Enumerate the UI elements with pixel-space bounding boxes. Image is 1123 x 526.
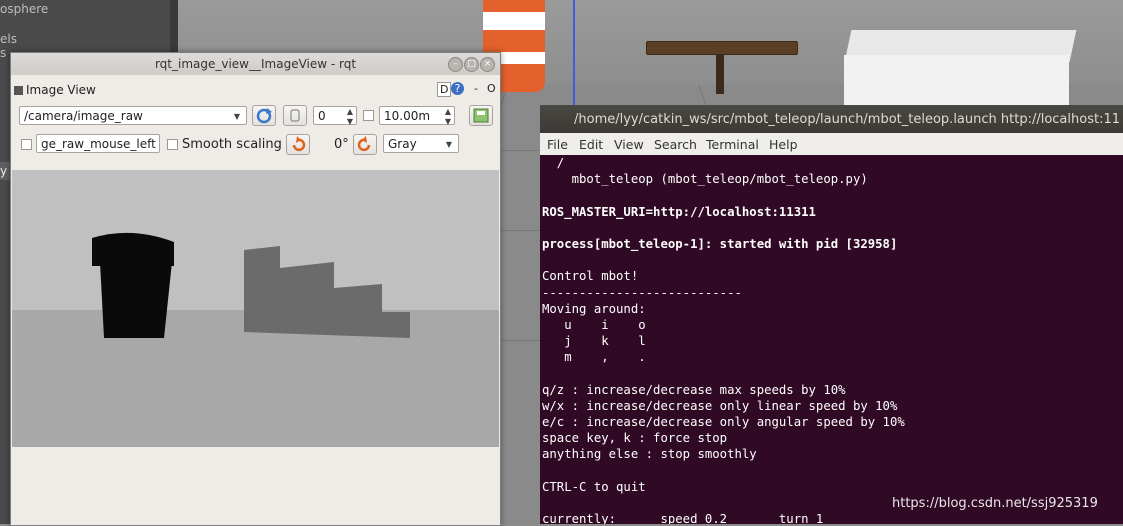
dock-button[interactable]: D — [437, 82, 452, 97]
mouse-topic-input[interactable]: ge_raw_mouse_left — [36, 134, 160, 153]
menu-search[interactable]: Search — [654, 137, 697, 152]
terminal-line: / — [542, 156, 565, 170]
terminal-line: q/z : increase/decrease max speeds by 10… — [542, 382, 846, 397]
menu-help[interactable]: Help — [769, 137, 798, 152]
spin-box-input[interactable]: 0 ▲ ▼ — [313, 106, 357, 126]
terminal-line: currently: speed 0.2 turn 1 — [542, 512, 824, 524]
panel-item-property[interactable]: y — [0, 164, 7, 178]
color-scheme-value: Gray — [388, 137, 417, 151]
rotate-right-button[interactable] — [353, 134, 377, 155]
rotation-label: 0° — [334, 137, 349, 152]
refresh-icon — [256, 108, 272, 124]
rqt-window-title: rqt_image_view__ImageView - rqt — [154, 57, 357, 71]
terminal-title: /home/lyy/catkin_ws/src/mbot_teleop/laun… — [574, 112, 1120, 127]
terminal-window[interactable]: /home/lyy/catkin_ws/src/mbot_teleop/laun… — [540, 105, 1123, 524]
terminal-line: Control mbot! — [542, 269, 639, 284]
terminal-menubar: File Edit View Search Terminal Help — [540, 133, 1123, 155]
terminal-line: e/c : increase/decrease only angular spe… — [542, 415, 905, 429]
camera-image-view[interactable] — [12, 170, 499, 447]
terminal-line: --------------------------- — [542, 285, 742, 300]
watermark-text: https://blog.csdn.net/ssj925319 — [892, 496, 1098, 511]
chevron-down-icon: ▼ — [445, 140, 452, 149]
smooth-scaling-label: Smooth scaling — [182, 137, 282, 152]
smooth-scaling-checkbox[interactable] — [167, 139, 178, 150]
mouse-topic-value: ge_raw_mouse_left — [41, 137, 156, 151]
spin-down-icon[interactable]: ▼ — [445, 112, 451, 131]
terminal-line: CTRL-C to quit — [542, 479, 646, 494]
menu-edit[interactable]: Edit — [579, 137, 603, 152]
terminal-titlebar[interactable]: /home/lyy/catkin_ws/src/mbot_teleop/laun… — [540, 105, 1123, 133]
stairs-silhouette — [244, 246, 410, 338]
bin-silhouette — [92, 232, 174, 338]
camera-scene-shapes — [92, 232, 410, 338]
table-model[interactable] — [646, 41, 798, 55]
panel-item-lights[interactable]: s — [0, 46, 6, 60]
terminal-line: m , . — [542, 350, 646, 365]
terminal-line: mbot_teleop (mbot_teleop/mbot_teleop.py) — [542, 172, 868, 187]
menu-terminal[interactable]: Terminal — [706, 137, 759, 152]
topic-select-value: /camera/image_raw — [24, 109, 143, 123]
terminal-line: ROS_MASTER_URI=http://localhost:11311 — [542, 204, 816, 219]
menu-view[interactable]: View — [614, 137, 644, 152]
zoom-original-icon — [290, 109, 300, 122]
minimize-button[interactable]: – — [448, 57, 463, 72]
help-icon[interactable]: ? — [451, 82, 464, 95]
rotate-right-icon — [357, 136, 371, 152]
save-image-icon — [473, 108, 489, 123]
maximize-button[interactable]: □ — [464, 57, 479, 72]
axis-marker — [573, 0, 575, 110]
spin-down-icon[interactable]: ▼ — [347, 112, 353, 131]
menu-file[interactable]: File — [547, 137, 568, 152]
rqt-window[interactable]: rqt_image_view__ImageView - rqt – □ × Im… — [10, 52, 501, 526]
plugin-header: Image View — [11, 75, 500, 99]
panel-item-models[interactable]: els — [0, 32, 17, 46]
panel-item-atmosphere[interactable]: osphere — [0, 2, 48, 16]
zoom-1-button[interactable] — [283, 105, 307, 126]
plugin-title: Image View — [26, 83, 96, 97]
close-button[interactable]: × — [480, 57, 495, 72]
rotate-left-button[interactable] — [286, 134, 310, 155]
chevron-down-icon: ▼ — [233, 112, 240, 121]
refresh-topics-button[interactable] — [252, 105, 276, 126]
terminal-line: u i o — [542, 317, 646, 332]
terminal-line: anything else : stop smoothly — [542, 447, 757, 462]
max-distance-input[interactable]: 10.00m ▲ ▼ — [379, 106, 455, 126]
dynamic-range-checkbox[interactable] — [363, 110, 374, 121]
close-plugin-button[interactable]: O — [487, 82, 496, 95]
topic-select[interactable]: /camera/image_raw ▼ — [19, 106, 247, 125]
rqt-window-bottom — [12, 447, 499, 525]
rotate-left-icon — [292, 136, 306, 152]
save-image-button[interactable] — [469, 105, 493, 126]
terminal-line: space key, k : force stop — [542, 431, 728, 446]
publish-mouse-checkbox[interactable] — [21, 139, 32, 150]
spin-box-value: 0 — [318, 109, 326, 123]
table-leg — [716, 54, 724, 94]
terminal-line: j k l — [542, 334, 646, 349]
terminal-line: w/x : increase/decrease only linear spee… — [542, 398, 898, 413]
max-distance-value: 10.00m — [384, 109, 431, 123]
terminal-line: Moving around: — [542, 301, 646, 316]
terminal-line: process[mbot_teleop-1]: started with pid… — [542, 236, 898, 251]
rqt-titlebar[interactable]: rqt_image_view__ImageView - rqt – □ × — [11, 53, 500, 75]
color-scheme-select[interactable]: Gray ▼ — [383, 134, 459, 153]
minimize-plugin-button[interactable]: - — [474, 82, 478, 95]
plugin-icon — [14, 86, 23, 95]
terminal-output[interactable]: / mbot_teleop (mbot_teleop/mbot_teleop.p… — [542, 155, 1123, 524]
